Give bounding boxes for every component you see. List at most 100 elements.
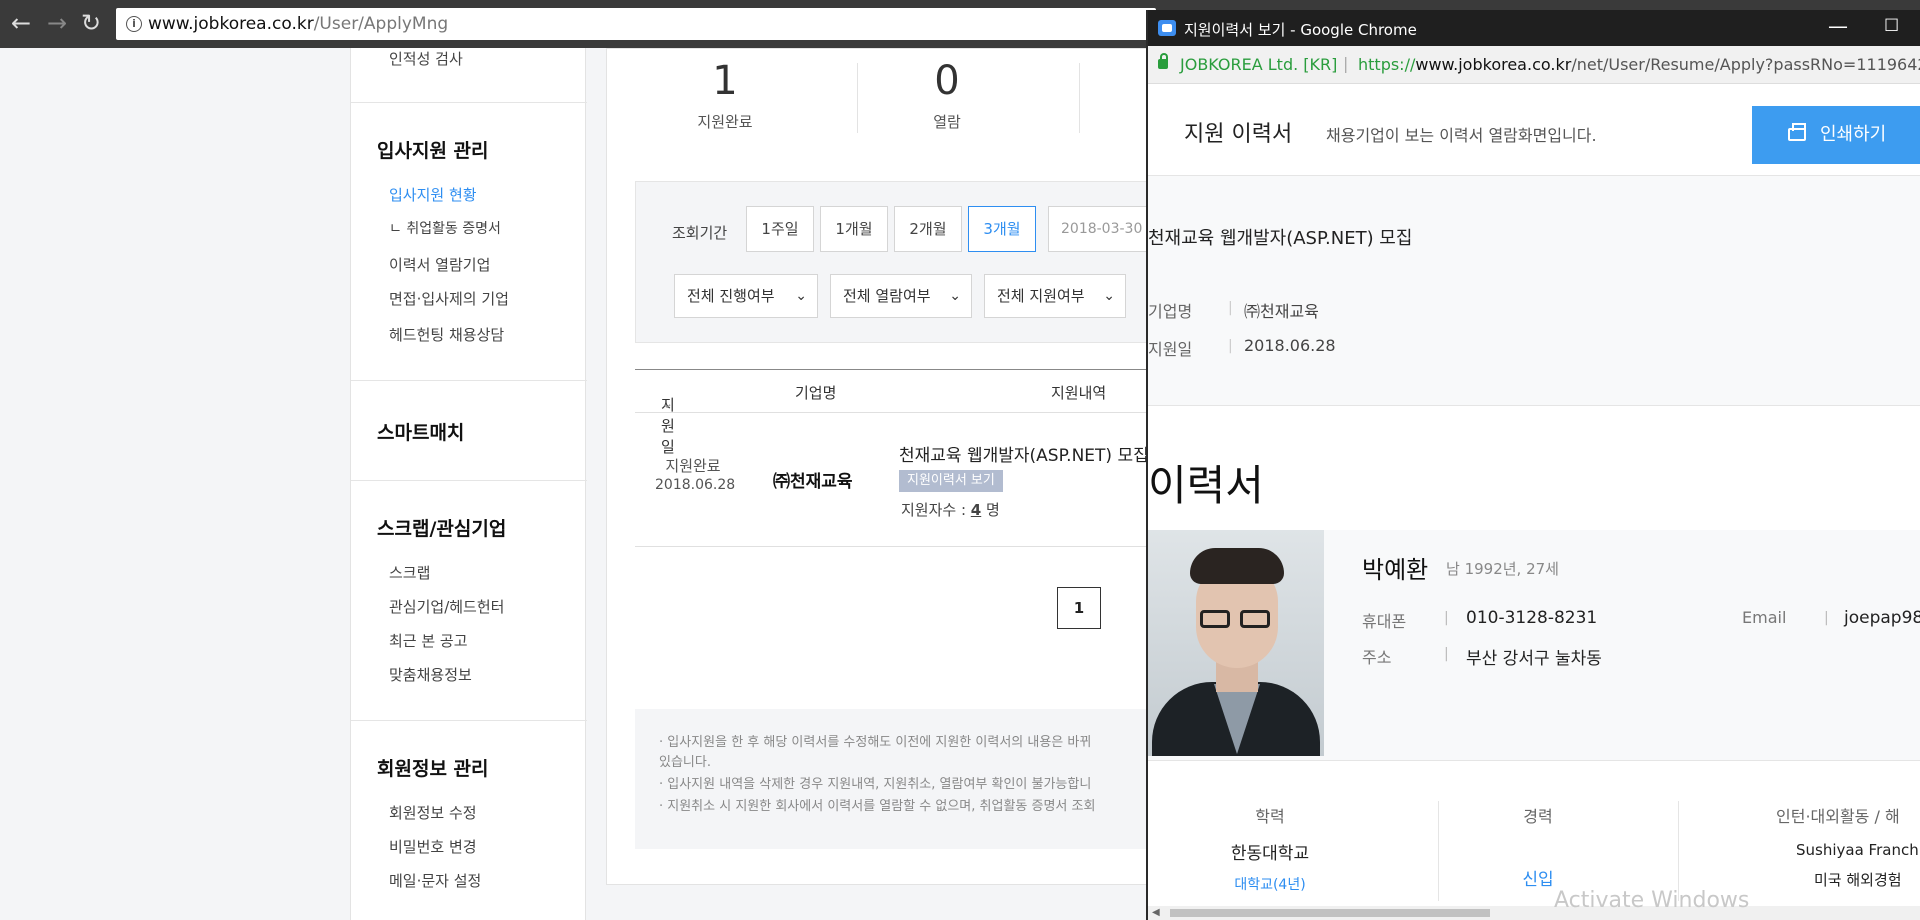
certificate-label[interactable]: JOBKOREA Ltd. [KR] [1180,55,1337,74]
summary-main: 한동대학교 [1230,844,1310,864]
address-bar[interactable]: i www.jobkorea.co.kr/User/ApplyMng [116,8,1156,40]
company-name[interactable]: ㈜천재교육 [773,467,853,492]
popup-address-bar[interactable]: JOBKOREA Ltd. [KR] | https://www.jobkore… [1148,46,1920,84]
resume-popup-window: 지원이력서 보기 - Google Chrome — ☐ JOBKOREA Lt… [1146,10,1920,920]
sidebar: 인적성 검사 입사지원 관리 입사지원 현황 ㄴ 취업활동 증명서 이력서 열람… [350,48,587,920]
url-host: www.jobkorea.co.kr [1415,55,1572,74]
notice-text: · 입사지원을 한 후 해당 이력서를 수정해도 이전에 지원한 이력서의 내용… [659,735,1092,750]
horizontal-scrollbar[interactable]: ◀ [1148,906,1920,920]
sidebar-item-scrap[interactable]: 스크랩 [389,562,430,583]
sidebar-item-resume-viewers[interactable]: 이력서 열람기업 [389,254,490,275]
scroll-left-icon[interactable]: ◀ [1152,907,1160,918]
reload-icon[interactable]: ↻ [78,10,104,36]
url-prefix: https:// [1358,55,1416,74]
period-1week-button[interactable]: 1주일 [746,206,814,252]
job-title-link[interactable]: 천재교육 웹개발자(ASP.NET) 모집 ( [899,441,1161,466]
resume-summary: 학력 한동대학교 대학교(4년) 경력 신입 인턴·대외활동 / 해 Sushi… [1148,760,1920,920]
divider [857,63,858,133]
maximize-icon[interactable]: ☐ [1884,16,1899,36]
applied-dropdown[interactable]: 전체 지원여부 ⌄ [984,274,1126,318]
email-value: joepap981 [1844,608,1920,628]
resume-heading: 이력서 [1148,461,1264,510]
sidebar-item-interest-companies[interactable]: 관심기업/헤드헌터 [389,596,504,617]
progress-dropdown[interactable]: 전체 진행여부 ⌄ [674,274,818,318]
minimize-icon[interactable]: — [1828,14,1848,38]
sidebar-item-notification-settings[interactable]: 메일·문자 설정 [389,870,481,891]
divider [351,102,587,103]
url-path: /User/ApplyMng [313,14,449,34]
sidebar-item-headhunting[interactable]: 헤드헌팅 채용상담 [389,324,504,345]
popup-url: https://www.jobkorea.co.kr/net/User/Resu… [1358,55,1920,74]
sidebar-item-application-status[interactable]: 입사지원 현황 [389,184,477,205]
sidebar-item-change-password[interactable]: 비밀번호 변경 [389,836,477,857]
phone-key: 휴대폰 [1362,612,1407,631]
phone-value: 010-3128-8231 [1466,608,1598,628]
info-icon[interactable]: i [126,16,142,32]
page-margin [0,48,350,920]
period-3month-button[interactable]: 3개월 [968,206,1036,252]
summary-sub[interactable]: 대학교(4년) [1150,874,1390,894]
date-value: 2018.06.28 [1244,336,1336,355]
company-value: ㈜천재교육 [1244,302,1319,321]
forward-icon[interactable]: → [44,10,70,36]
period-2month-button[interactable]: 2개월 [894,206,962,252]
period-label: 조회기간 [672,224,728,242]
stat-viewed[interactable]: 0 열람 [867,55,1027,132]
print-button[interactable]: 인쇄하기 [1752,106,1920,164]
divider: | [1228,338,1233,354]
page-description: 채용기업이 보는 이력서 열람화면입니다. [1326,126,1597,145]
notice-box: · 입사지원을 한 후 해당 이력서를 수정해도 이전에 지원한 이력서의 내용… [635,709,1175,849]
chevron-down-icon: ⌄ [795,288,807,304]
dropdown-label: 전체 열람여부 [843,287,931,305]
view-resume-button[interactable]: 지원이력서 보기 [899,470,1003,492]
stat-number: 0 [934,58,960,104]
divider: | [1824,610,1829,626]
notice-text: · 지원취소 시 지원한 회사에서 이력서를 열람할 수 없으며, 취업활동 증… [659,799,1096,814]
divider: | [1228,300,1233,316]
sidebar-item-interview-offers[interactable]: 면접·입사제의 기업 [389,288,509,309]
lock-icon [1158,53,1168,69]
address-url: www.jobkorea.co.kr/User/ApplyMng [148,14,448,34]
applicant-label: 지원자수 : [901,501,971,519]
summary-title: 인턴·대외활동 / 해 [1776,807,1900,826]
sidebar-heading-smartmatch[interactable]: 스마트매치 [377,418,464,445]
sidebar-item-employment-certificate[interactable]: ㄴ 취업활동 증명서 [389,218,501,238]
notice-text: · 입사지원 내역을 삭제한 경우 지원내역, 지원취소, 열람여부 확인이 불… [659,777,1092,792]
job-posting-title: 천재교육 웹개발자(ASP.NET) 모집 [1148,228,1413,249]
period-1month-button[interactable]: 1개월 [820,206,888,252]
stat-applied[interactable]: 1 지원완료 [645,55,805,132]
summary-career: 경력 신입 [1418,803,1658,890]
page-title: 지원 이력서 [1184,122,1293,147]
viewed-dropdown[interactable]: 전체 열람여부 ⌄ [830,274,972,318]
scrollbar-thumb[interactable] [1170,909,1490,917]
sidebar-item-recent-posts[interactable]: 최근 본 공고 [389,630,468,651]
divider [351,720,587,721]
divider [1079,63,1080,133]
sidebar-item-aptitude-test[interactable]: 인적성 검사 [389,48,463,69]
profile-photo [1148,530,1324,756]
divider: | [1444,646,1449,662]
sidebar-item-edit-profile[interactable]: 회원정보 수정 [389,802,477,823]
print-label: 인쇄하기 [1820,124,1887,145]
url-host: www.jobkorea.co.kr [148,14,314,34]
notice-text: 있습니다. [659,755,711,770]
application-info: 천재교육 웹개발자(ASP.NET) 모집 기업명 | ㈜천재교육 지원일 | … [1148,176,1920,406]
summary-activities: 인턴·대외활동 / 해 Sushiyaa Franch 미국 해외경험 [1686,803,1920,890]
divider [1678,801,1679,901]
divider [351,480,587,481]
dropdown-label: 전체 지원여부 [997,287,1085,305]
summary-sub[interactable]: 신입 [1418,865,1658,890]
back-icon[interactable]: ← [8,10,34,36]
summary-education: 학력 한동대학교 대학교(4년) [1150,803,1390,894]
page-button-1[interactable]: 1 [1057,587,1101,629]
main-content: 1 지원완료 0 열람 조회기간 1주일 1개월 2개월 3개월 2018-03… [606,48,1176,885]
application-status: 지원완료 [665,457,721,475]
divider [351,380,587,381]
applicant-meta: 남 1992년, 27세 [1446,560,1559,578]
applicant-number[interactable]: 4 [971,501,981,519]
address-value: 부산 강서구 눌차동 [1466,649,1602,669]
sidebar-item-custom-jobs[interactable]: 맞춤채용정보 [389,664,472,685]
column-header-details: 지원내역 [1051,384,1107,402]
summary-sub: 미국 해외경험 [1814,871,1902,889]
column-header-company: 기업명 [795,384,837,402]
